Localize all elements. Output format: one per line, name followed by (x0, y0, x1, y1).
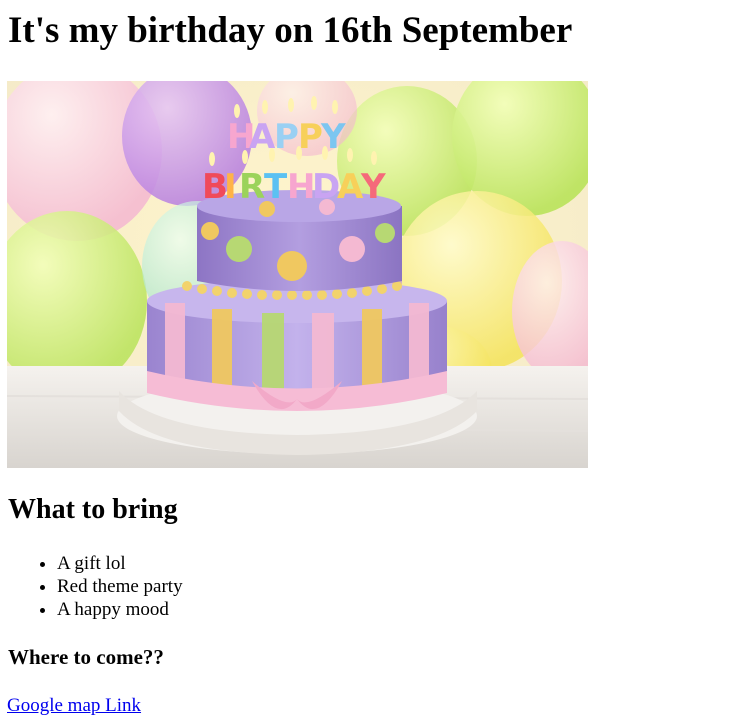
svg-text:D: D (312, 167, 340, 207)
bring-list: A gift lol Red theme party A happy mood (17, 552, 183, 621)
svg-text:P: P (274, 117, 299, 157)
list-item: Red theme party (57, 575, 183, 598)
google-map-link[interactable]: Google map Link (7, 694, 141, 718)
page: It's my birthday on 16th September H A P… (0, 0, 752, 726)
svg-text:I: I (224, 167, 237, 207)
birthday-cake-image: H A P P Y B I R T H D A Y (7, 81, 588, 468)
svg-text:Y: Y (360, 167, 386, 207)
list-item: A gift lol (57, 552, 183, 575)
what-to-bring-heading: What to bring (8, 494, 178, 525)
svg-text:A: A (337, 167, 364, 207)
where-heading: Where to come?? (8, 645, 164, 669)
svg-text:T: T (264, 167, 288, 207)
page-title: It's my birthday on 16th September (8, 10, 573, 51)
svg-text:R: R (239, 167, 265, 207)
list-item: A happy mood (57, 598, 183, 621)
